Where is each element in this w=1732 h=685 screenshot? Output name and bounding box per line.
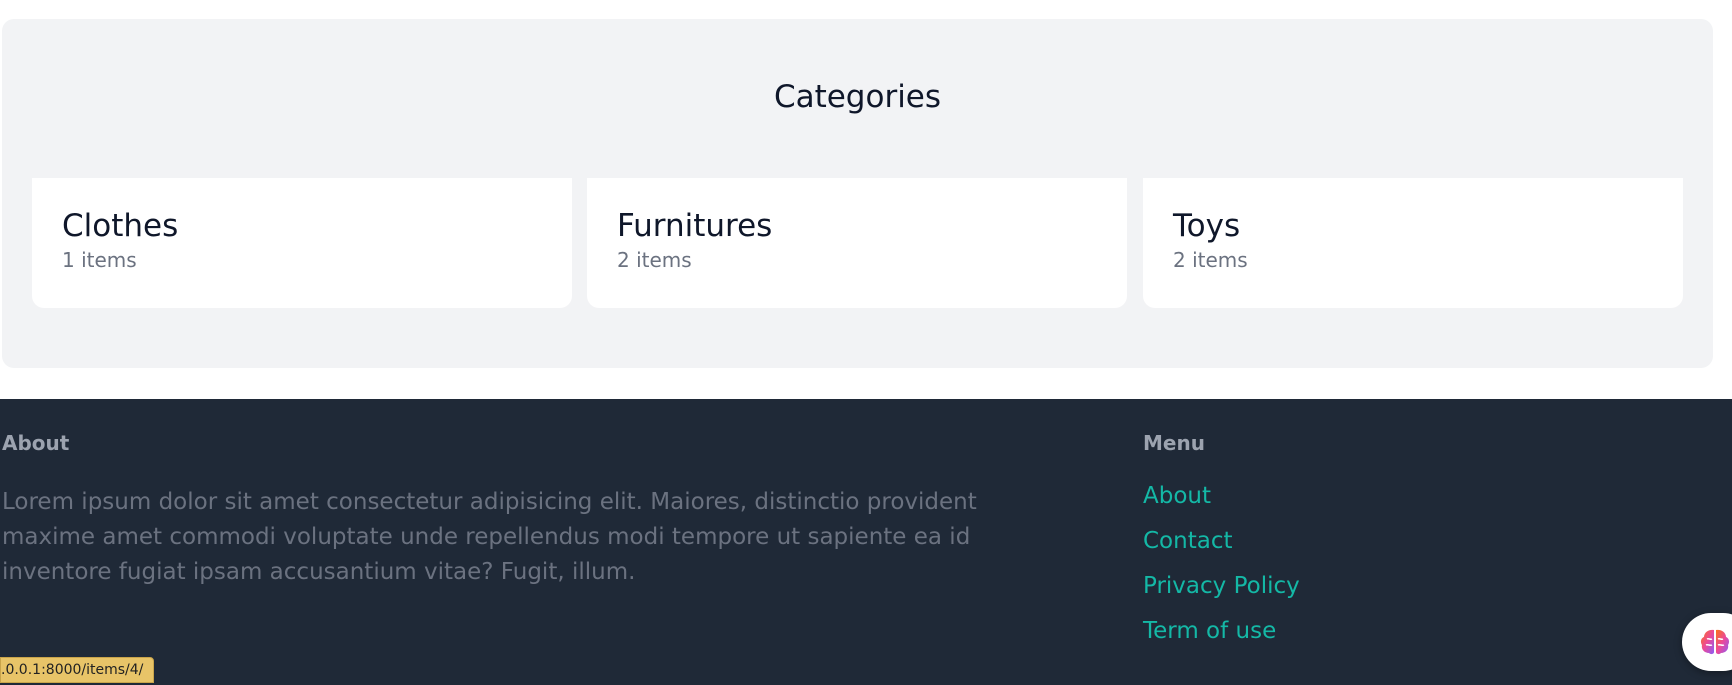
footer: About Lorem ipsum dolor sit amet consect… — [0, 399, 1732, 685]
brain-icon — [1700, 629, 1730, 655]
status-bar-url: .0.0.1:8000/items/4/ — [0, 657, 155, 683]
categories-section: Categories Clothes 1 items Furnitures 2 … — [2, 19, 1713, 368]
category-name: Toys — [1173, 208, 1241, 244]
menu-item: Term of use — [1143, 618, 1300, 663]
about-heading: About — [2, 431, 70, 455]
category-card-toys[interactable]: Toys 2 items — [1143, 178, 1683, 308]
category-card-furnitures[interactable]: Furnitures 2 items — [587, 178, 1127, 308]
category-name: Clothes — [62, 208, 179, 244]
category-count: 2 items — [1173, 248, 1248, 272]
menu-link-term-of-use[interactable]: Term of use — [1143, 618, 1276, 644]
category-name: Furnitures — [617, 208, 773, 244]
assistant-button[interactable] — [1682, 613, 1732, 671]
category-count: 1 items — [62, 248, 137, 272]
menu-link-privacy-policy[interactable]: Privacy Policy — [1143, 573, 1300, 599]
menu-link-contact[interactable]: Contact — [1143, 528, 1232, 554]
menu-heading: Menu — [1143, 431, 1205, 455]
menu-link-about[interactable]: About — [1143, 483, 1211, 509]
menu-item: About — [1143, 483, 1300, 528]
category-count: 2 items — [617, 248, 692, 272]
category-card-clothes[interactable]: Clothes 1 items — [32, 178, 572, 308]
footer-menu: About Contact Privacy Policy Term of use — [1143, 483, 1300, 663]
about-text: Lorem ipsum dolor sit amet consectetur a… — [2, 489, 977, 585]
menu-item: Privacy Policy — [1143, 573, 1300, 618]
menu-item: Contact — [1143, 528, 1300, 573]
categories-title: Categories — [773, 79, 942, 115]
